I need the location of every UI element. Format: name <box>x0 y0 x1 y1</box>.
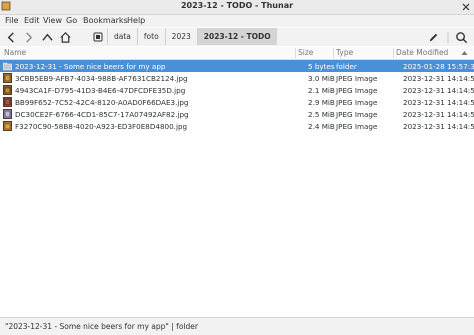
file-type: JPEG Image <box>336 85 378 95</box>
file-row[interactable]: 2023-12-31 - Some nice beers for my app … <box>0 60 474 72</box>
file-list: 2023-12-31 - Some nice beers for my app … <box>0 60 474 132</box>
up-arrow-icon <box>41 33 53 41</box>
home-icon <box>59 31 71 43</box>
file-date: 2023-12-31 14:14:52 <box>403 121 474 131</box>
column-size[interactable]: Size <box>298 48 313 57</box>
breadcrumb-current[interactable]: 2023-12 - TODO <box>196 28 277 45</box>
file-date: 2023-12-31 14:14:52 <box>403 109 474 119</box>
parent-folder-button[interactable] <box>39 29 55 45</box>
file-row[interactable]: DC30CE2F-6766-4CD1-85C7-17A07492AF82.jpg… <box>0 108 474 120</box>
file-type: JPEG Image <box>336 121 378 131</box>
menu-go[interactable]: Go <box>66 16 77 25</box>
file-date: 2025-01-28 15:57:34 <box>403 61 474 71</box>
file-size: 2.1 MiB <box>308 85 335 95</box>
forward-button[interactable] <box>20 29 36 45</box>
column-name[interactable]: Name <box>4 48 26 57</box>
menu-edit[interactable]: Edit <box>24 16 40 25</box>
file-name: 2023-12-31 - Some nice beers for my app <box>15 61 166 71</box>
close-icon <box>462 3 470 10</box>
drive-icon <box>93 32 103 41</box>
file-name: F3270C90-58B8-4020-A923-ED3F0E8D4800.jpg <box>15 121 188 131</box>
column-type[interactable]: Type <box>336 48 353 57</box>
file-size: 5 bytes <box>308 61 335 71</box>
file-type: JPEG Image <box>336 73 378 83</box>
toolbar-separator <box>443 29 453 45</box>
file-type: JPEG Image <box>336 109 378 119</box>
file-row[interactable]: 4943CA1F-D795-41D3-B4E6-47DFCDFE35D.jpg … <box>0 84 474 96</box>
image-thumbnail-icon <box>3 73 12 83</box>
menu-view[interactable]: View <box>43 16 62 25</box>
search-button[interactable] <box>453 29 469 45</box>
home-button[interactable] <box>57 29 73 45</box>
title-bar: 2023-12 - TODO - Thunar <box>0 0 474 15</box>
sort-ascending-icon <box>461 51 468 55</box>
back-arrow-icon <box>7 31 14 43</box>
file-name: BB99F652-7C52-42C4-8120-A0AD0F66DAE3.jpg <box>15 97 189 107</box>
file-size: 2.4 MiB <box>308 121 335 131</box>
breadcrumb-2023[interactable]: 2023 <box>164 28 197 45</box>
separator-line <box>447 31 449 43</box>
file-date: 2023-12-31 14:14:52 <box>403 97 474 107</box>
forward-arrow-icon <box>25 31 32 43</box>
breadcrumb-data[interactable]: data <box>107 28 137 45</box>
file-date: 2023-12-31 14:14:52 <box>403 73 474 83</box>
file-type: JPEG Image <box>336 97 378 107</box>
pencil-icon <box>429 33 437 41</box>
column-separator <box>295 48 296 58</box>
file-date: 2023-12-31 14:14:52 <box>403 85 474 95</box>
menu-help[interactable]: Help <box>127 16 145 25</box>
menu-bookmarks[interactable]: Bookmarks <box>83 16 128 25</box>
breadcrumb-root-button[interactable] <box>89 28 107 45</box>
image-thumbnail-icon <box>3 85 12 95</box>
window-title: 2023-12 - TODO - Thunar <box>180 1 294 10</box>
file-row[interactable]: F3270C90-58B8-4020-A923-ED3F0E8D4800.jpg… <box>0 120 474 132</box>
menu-file[interactable]: File <box>5 16 18 25</box>
status-bar: "2023-12-31 - Some nice beers for my app… <box>0 317 474 335</box>
file-name: DC30CE2F-6766-4CD1-85C7-17A07492AF82.jpg <box>15 109 189 119</box>
image-thumbnail-icon <box>3 109 12 119</box>
breadcrumb: data foto 2023 2023-12 - TODO <box>89 28 277 45</box>
search-icon <box>455 31 467 43</box>
image-thumbnail-icon <box>3 97 12 107</box>
back-button[interactable] <box>3 29 19 45</box>
column-separator <box>333 48 334 58</box>
file-size: 3.0 MiB <box>308 73 335 83</box>
file-row[interactable]: 3CBB5EB9-AFB7-4034-988B-AF7631CB2124.jpg… <box>0 72 474 84</box>
image-thumbnail-icon <box>3 121 12 131</box>
column-date[interactable]: Date Modified <box>396 48 448 57</box>
file-row[interactable]: BB99F652-7C52-42C4-8120-A0AD0F66DAE3.jpg… <box>0 96 474 108</box>
menu-bar: File Edit View Go Bookmarks Help <box>0 15 474 27</box>
file-size: 2.9 MiB <box>308 97 335 107</box>
breadcrumb-foto[interactable]: foto <box>136 28 165 45</box>
file-size: 2.5 MiB <box>308 109 335 119</box>
folder-icon <box>3 62 12 71</box>
file-type: folder <box>336 61 357 71</box>
column-separator <box>393 48 394 58</box>
file-name: 4943CA1F-D795-41D3-B4E6-47DFCDFE35D.jpg <box>15 85 186 95</box>
file-name: 3CBB5EB9-AFB7-4034-988B-AF7631CB2124.jpg <box>15 73 188 83</box>
edit-path-button[interactable] <box>425 29 441 45</box>
close-window-button[interactable] <box>460 0 472 13</box>
status-text: "2023-12-31 - Some nice beers for my app… <box>5 322 198 331</box>
column-header: Name Size Type Date Modified <box>0 47 474 60</box>
